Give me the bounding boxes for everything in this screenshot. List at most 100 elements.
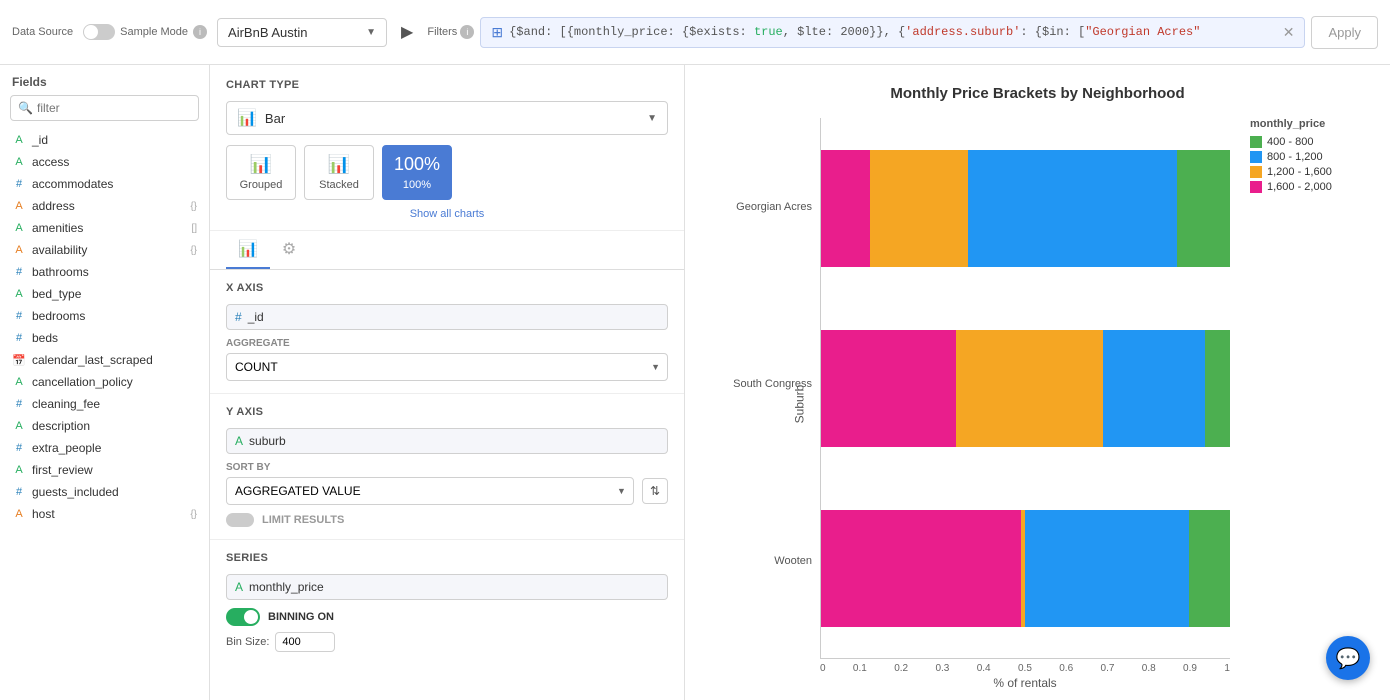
bar-segment bbox=[1205, 330, 1230, 447]
field-type-icon: A bbox=[12, 222, 26, 234]
legend-color bbox=[1250, 166, 1262, 178]
y-field-name: suburb bbox=[249, 434, 286, 448]
chart-option-icon: 100% bbox=[394, 154, 440, 175]
field-item-calendar_last_scraped[interactable]: 📅calendar_last_scraped bbox=[0, 349, 209, 371]
field-item-bathrooms[interactable]: #bathrooms bbox=[0, 261, 209, 283]
aggregate-select-wrapper[interactable]: COUNTSUMAVGMINMAX bbox=[226, 353, 668, 381]
field-item-description[interactable]: Adescription bbox=[0, 415, 209, 437]
field-item-extra_people[interactable]: #extra_people bbox=[0, 437, 209, 459]
aggregate-select[interactable]: COUNTSUMAVGMINMAX bbox=[226, 353, 668, 381]
filter-bar[interactable]: ⊞ {$and: [{monthly_price: {$exists: true… bbox=[480, 17, 1305, 48]
search-icon: 🔍 bbox=[18, 101, 33, 115]
field-badge: {} bbox=[190, 245, 197, 256]
pipeline-arrow-btn[interactable]: ▶ bbox=[397, 22, 417, 42]
fields-search-input[interactable] bbox=[10, 95, 199, 121]
bar-segment bbox=[821, 330, 956, 447]
limit-label: LIMIT RESULTS bbox=[262, 514, 344, 526]
field-type-icon: A bbox=[12, 508, 26, 520]
sort-select-wrapper[interactable]: AGGREGATED VALUENATURAL ORDER bbox=[226, 477, 634, 505]
fields-search: 🔍 bbox=[10, 95, 199, 121]
legend-label: 1,200 - 1,600 bbox=[1267, 166, 1332, 178]
series-field-icon: A bbox=[235, 580, 243, 594]
field-item-bed_type[interactable]: Abed_type bbox=[0, 283, 209, 305]
chart-option-grouped[interactable]: 📊Grouped bbox=[226, 145, 296, 200]
series-section: Series A monthly_price BINNING ON Bin Si… bbox=[210, 540, 684, 664]
show-all-charts-link[interactable]: Show all charts bbox=[226, 208, 668, 220]
sort-direction-btn[interactable]: ⇅ bbox=[642, 478, 668, 504]
field-item-bedrooms[interactable]: #bedrooms bbox=[0, 305, 209, 327]
filter-clear-btn[interactable]: ✕ bbox=[1283, 24, 1295, 41]
chart-type-label: Chart Type bbox=[226, 79, 668, 91]
field-name: description bbox=[32, 419, 197, 433]
bin-size-row: Bin Size: bbox=[226, 632, 668, 652]
aggregate-label: AGGREGATE bbox=[226, 338, 668, 349]
bar-chart-icon: 📊 bbox=[237, 108, 257, 128]
field-item-access[interactable]: Aaccess bbox=[0, 151, 209, 173]
field-item-guests_included[interactable]: #guests_included bbox=[0, 481, 209, 503]
tab-chart[interactable]: 📊 bbox=[226, 231, 270, 269]
main-layout: Fields 🔍 A_idAaccess#accommodatesAaddres… bbox=[0, 65, 1390, 700]
binning-label: BINNING ON bbox=[268, 611, 334, 623]
field-item-first_review[interactable]: Afirst_review bbox=[0, 459, 209, 481]
sort-select[interactable]: AGGREGATED VALUENATURAL ORDER bbox=[226, 477, 634, 505]
x-axis-label: 0.4 bbox=[977, 663, 991, 674]
sort-by-label: SORT BY bbox=[226, 462, 668, 473]
bar-row bbox=[821, 118, 1230, 298]
chart-title: Monthly Price Brackets by Neighborhood bbox=[705, 85, 1370, 102]
bar-segment bbox=[1103, 330, 1205, 447]
field-name: _id bbox=[32, 133, 197, 147]
chart-type-select[interactable]: 📊 Bar ▼ bbox=[226, 101, 668, 135]
apply-button[interactable]: Apply bbox=[1311, 16, 1378, 49]
chart-option-100pct[interactable]: 100%100% bbox=[382, 145, 452, 200]
filters-info[interactable]: i bbox=[460, 25, 474, 39]
bin-size-input[interactable] bbox=[275, 632, 335, 652]
field-item-cleaning_fee[interactable]: #cleaning_fee bbox=[0, 393, 209, 415]
x-axis-label: 0.5 bbox=[1018, 663, 1032, 674]
binning-toggle[interactable] bbox=[226, 608, 260, 626]
y-axis-label: Georgian Acres bbox=[736, 201, 812, 213]
chart-type-section: Chart Type 📊 Bar ▼ 📊Grouped📊Stacked100%1… bbox=[210, 65, 684, 231]
field-item-amenities[interactable]: Aamenities[] bbox=[0, 217, 209, 239]
datasource-value: AirBnB Austin bbox=[228, 25, 308, 40]
legend-item: 1,200 - 1,600 bbox=[1250, 166, 1370, 178]
field-type-icon: # bbox=[12, 266, 26, 278]
bar-segment bbox=[821, 510, 1021, 627]
x-axis-label: 0.6 bbox=[1059, 663, 1073, 674]
limit-toggle[interactable] bbox=[226, 513, 254, 527]
field-item-availability[interactable]: Aavailability{} bbox=[0, 239, 209, 261]
y-axis-label: Wooten bbox=[774, 555, 812, 567]
field-item-cancellation_policy[interactable]: Acancellation_policy bbox=[0, 371, 209, 393]
field-item-beds[interactable]: # beds bbox=[0, 327, 209, 349]
field-item-_id[interactable]: A_id bbox=[0, 129, 209, 151]
filter-icon: ⊞ bbox=[491, 24, 503, 41]
chart-option-stacked[interactable]: 📊Stacked bbox=[304, 145, 374, 200]
chat-button[interactable]: 💬 bbox=[1326, 636, 1370, 680]
x-axis-title: % of rentals bbox=[820, 676, 1230, 690]
bar-segment bbox=[968, 150, 1177, 267]
sample-mode-toggle[interactable]: Sample Mode i bbox=[83, 24, 207, 40]
field-item-accommodates[interactable]: #accommodates bbox=[0, 173, 209, 195]
x-axis-label: 0.1 bbox=[853, 663, 867, 674]
legend: monthly_price 400 - 800800 - 1,2001,200 … bbox=[1230, 118, 1370, 690]
chart-option-label: Stacked bbox=[319, 179, 359, 191]
field-type-icon: # bbox=[12, 332, 26, 344]
field-name: beds bbox=[32, 331, 197, 345]
chart-container: Georgian AcresSouth CongressWooten Subur… bbox=[705, 118, 1370, 690]
y-field-type-icon: A bbox=[235, 434, 243, 448]
bar-row bbox=[821, 478, 1230, 658]
series-label: Series bbox=[226, 552, 668, 564]
legend-label: 1,600 - 2,000 bbox=[1267, 181, 1332, 193]
filters-label: Filters i bbox=[427, 25, 474, 39]
tab-settings[interactable]: ⚙ bbox=[270, 231, 308, 269]
y-axis-section: Y Axis A suburb SORT BY AGGREGATED VALUE… bbox=[210, 394, 684, 540]
datasource-select[interactable]: AirBnB Austin ▼ bbox=[217, 18, 387, 47]
sample-mode-switch[interactable] bbox=[83, 24, 115, 40]
limit-row: LIMIT RESULTS bbox=[226, 513, 668, 527]
legend-item: 400 - 800 bbox=[1250, 136, 1370, 148]
field-item-host[interactable]: Ahost{} bbox=[0, 503, 209, 525]
x-field-name: _id bbox=[248, 310, 264, 324]
bar-segment bbox=[1025, 510, 1189, 627]
field-badge: {} bbox=[190, 509, 197, 520]
sample-mode-info[interactable]: i bbox=[193, 25, 207, 39]
field-item-address[interactable]: Aaddress{} bbox=[0, 195, 209, 217]
